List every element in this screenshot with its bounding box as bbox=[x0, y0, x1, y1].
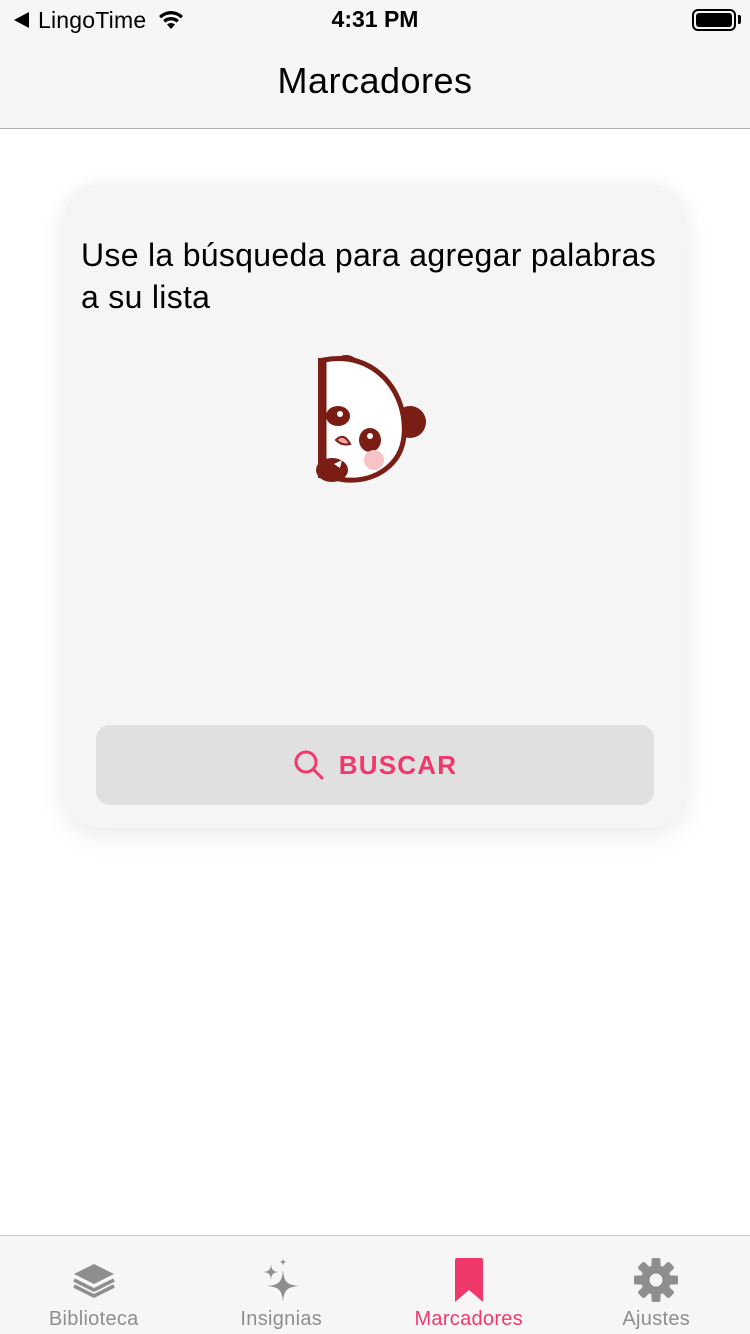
tab-bar: Biblioteca Insignias Marcadores Ajustes bbox=[0, 1235, 750, 1334]
sparkles-icon bbox=[263, 1258, 300, 1302]
tab-ajustes-label: Ajustes bbox=[622, 1308, 691, 1330]
search-button-label: BUSCAR bbox=[338, 749, 458, 780]
gear-icon bbox=[634, 1258, 679, 1302]
layers-icon bbox=[72, 1264, 115, 1298]
tab-ajustes[interactable]: Ajustes bbox=[563, 1236, 750, 1334]
search-button[interactable]: BUSCAR bbox=[96, 725, 654, 805]
battery-icon bbox=[692, 9, 736, 31]
search-icon bbox=[294, 750, 324, 780]
page-title: Marcadores bbox=[277, 60, 473, 101]
tab-marcadores-label: Marcadores bbox=[414, 1308, 524, 1330]
tab-biblioteca[interactable]: Biblioteca bbox=[0, 1236, 188, 1334]
status-bar: LingoTime 4:31 PM bbox=[0, 0, 750, 40]
tab-insignias-label: Insignias bbox=[240, 1308, 323, 1330]
tab-marcadores[interactable]: Marcadores bbox=[375, 1236, 563, 1334]
battery-cap bbox=[738, 15, 741, 24]
battery-level bbox=[696, 13, 732, 27]
tab-insignias[interactable]: Insignias bbox=[188, 1236, 376, 1334]
tab-biblioteca-label: Biblioteca bbox=[48, 1308, 139, 1330]
bookmark-icon bbox=[454, 1258, 483, 1302]
empty-state-card: Use la búsqueda para agregar palabras a … bbox=[64, 184, 686, 828]
navigation-bar: Marcadores bbox=[0, 40, 750, 129]
panda-peeking-icon bbox=[316, 355, 426, 483]
status-time: 4:31 PM bbox=[331, 6, 419, 32]
empty-state-message: Use la búsqueda para agregar palabras a … bbox=[81, 237, 657, 315]
